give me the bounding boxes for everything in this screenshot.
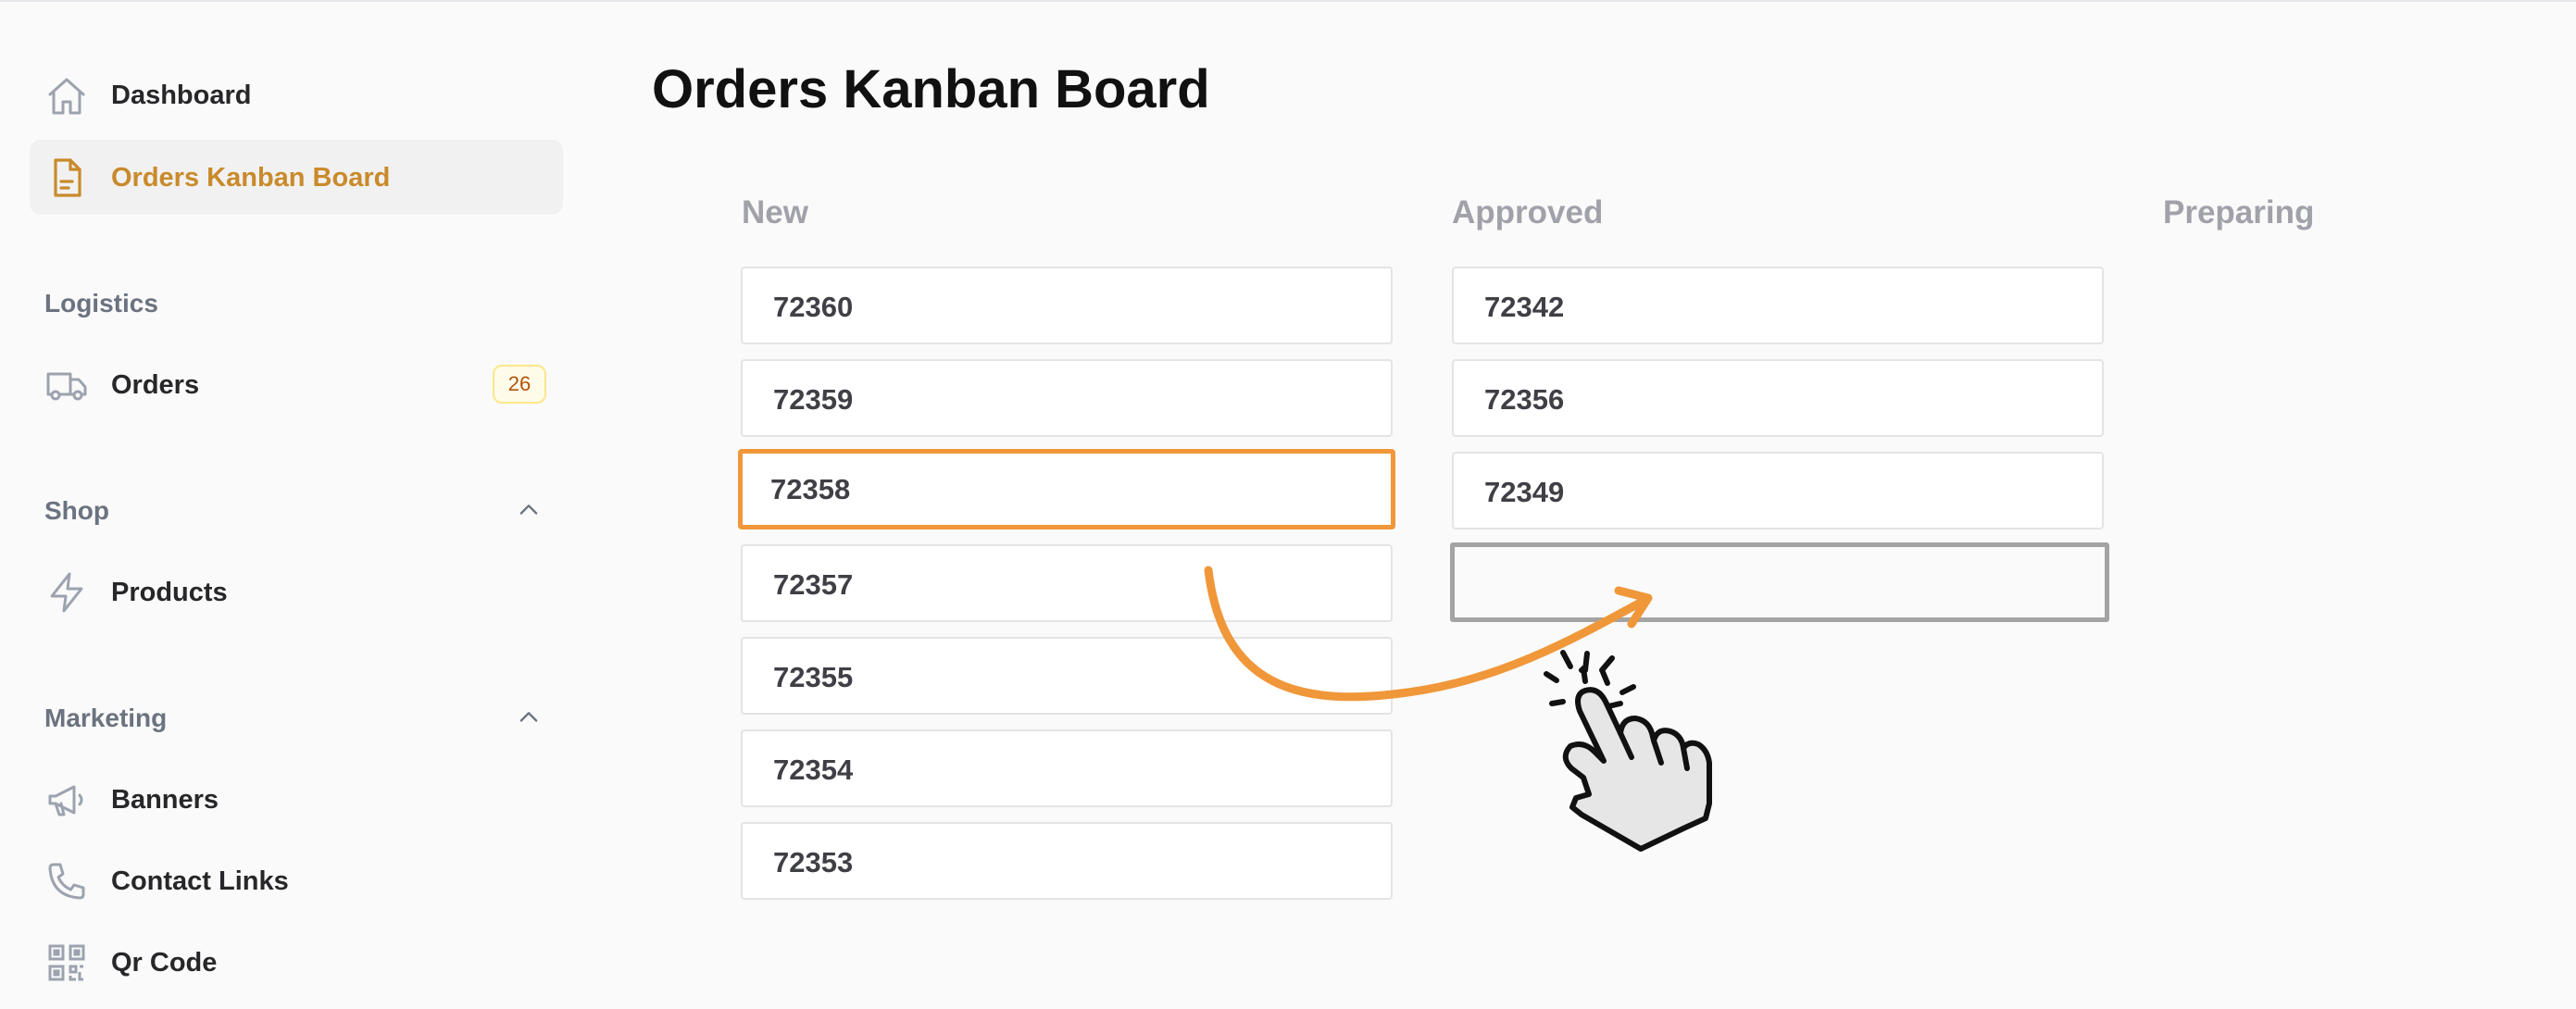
hand-pointer-icon <box>1544 650 1712 852</box>
drag-overlay <box>1204 566 1712 852</box>
